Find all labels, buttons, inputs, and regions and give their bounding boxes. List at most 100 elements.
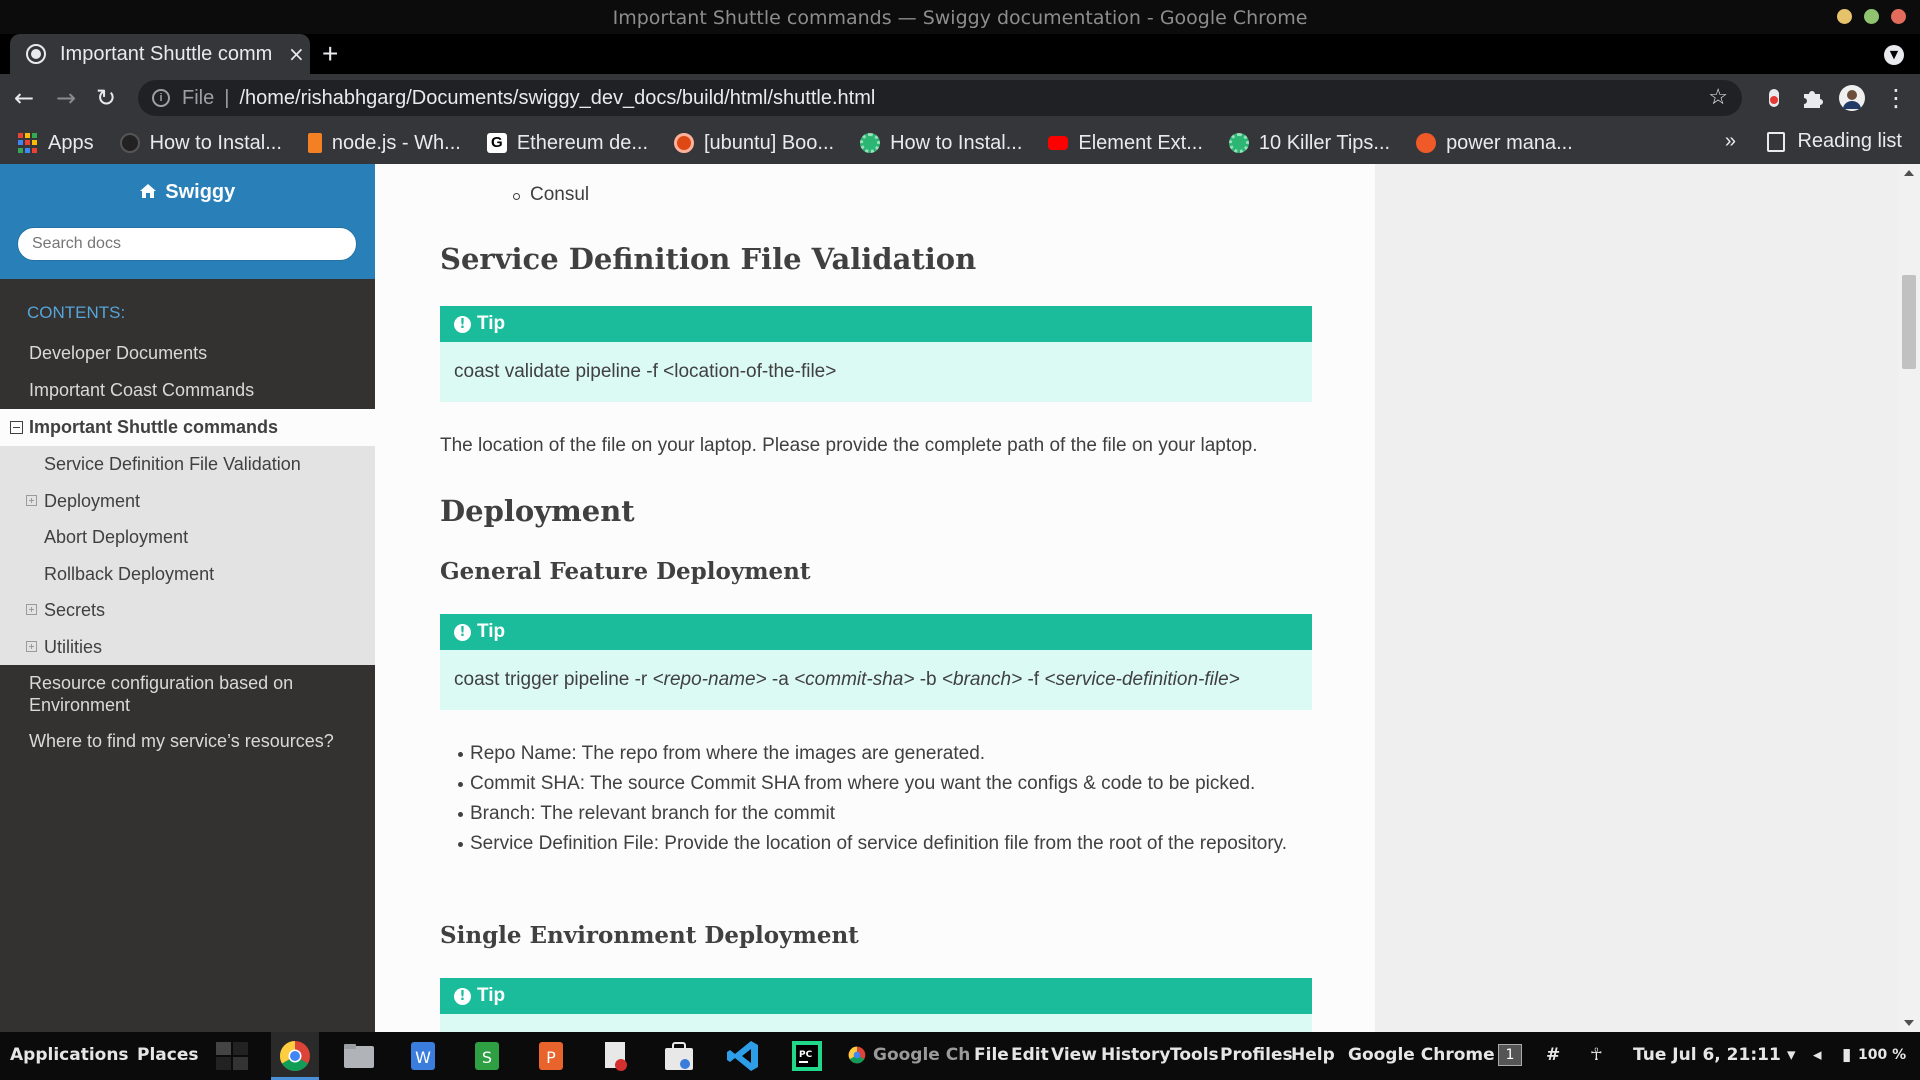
expand-toggle-icon[interactable] (26, 604, 37, 615)
maximize-button[interactable] (1864, 9, 1879, 24)
url-text[interactable]: /home/rishabhgarg/Documents/swiggy_dev_d… (239, 87, 875, 110)
heading-service-definition-validation: Service Definition File Validation (440, 242, 977, 276)
nav-subitem-label: Abort Deployment (44, 527, 189, 547)
heading-general-feature-deployment: General Feature Deployment (440, 558, 811, 585)
list-item: Repo Name: The repo from where the image… (458, 739, 1290, 769)
slack-icon[interactable]: # (1546, 1045, 1560, 1065)
bookmark-apps[interactable]: Apps (18, 132, 94, 155)
bookmark-item[interactable]: [ubuntu] Boo... (674, 132, 834, 155)
document-viewer-icon[interactable] (597, 1038, 633, 1074)
menu-help[interactable]: Help (1291, 1045, 1335, 1065)
vscode-icon[interactable] (725, 1038, 761, 1074)
workspace-switcher-icon[interactable] (214, 1038, 250, 1074)
page-scrollbar[interactable] (1898, 164, 1920, 1032)
chrome-menu-icon[interactable]: ⋮ (1884, 84, 1908, 112)
browser-tab-active[interactable]: Important Shuttle comm × (10, 34, 310, 74)
bookmarks-overflow-button[interactable]: » (1725, 130, 1736, 153)
home-icon (139, 184, 156, 198)
back-button[interactable]: ← (14, 84, 34, 112)
tab-close-icon[interactable]: × (288, 42, 305, 66)
bookmark-item[interactable]: node.js - Wh... (307, 132, 461, 155)
nav-subitem-rollback-deployment[interactable]: Rollback Deployment (0, 555, 375, 592)
nav-item-shuttle-commands-current[interactable]: Important Shuttle commands (0, 409, 375, 446)
site-info-icon[interactable]: i (152, 89, 170, 107)
scroll-up-arrow-icon[interactable] (1904, 170, 1914, 176)
wifi-icon[interactable]: ▾ (1787, 1045, 1796, 1065)
menu-edit[interactable]: Edit (1011, 1045, 1049, 1065)
menu-history[interactable]: History (1101, 1045, 1170, 1065)
bookmark-star-icon[interactable]: ☆ (1708, 84, 1728, 110)
file-manager-icon[interactable] (341, 1038, 377, 1074)
clock[interactable]: Tue Jul 6, 21:11 (1633, 1045, 1781, 1065)
places-menu[interactable]: Places (137, 1045, 198, 1065)
nav-item-resource-configuration[interactable]: Resource configuration based on Environm… (0, 665, 375, 723)
minimize-button[interactable] (1837, 9, 1852, 24)
browser-toolbar: ← → ↻ i File | /home/rishabhgarg/Documen… (0, 74, 1920, 122)
page-gutter (1375, 164, 1898, 1032)
address-bar[interactable]: i File | /home/rishabhgarg/Documents/swi… (138, 80, 1742, 116)
volume-icon[interactable]: ◂ (1813, 1045, 1822, 1065)
nav-subitem-label: Rollback Deployment (44, 563, 215, 584)
nav-subitem-abort-deployment[interactable]: Abort Deployment (0, 519, 375, 556)
applications-menu[interactable]: Applications (10, 1045, 129, 1065)
collapse-toggle-icon[interactable] (10, 421, 23, 434)
nav-item-coast-commands[interactable]: Important Coast Commands (0, 372, 375, 409)
list-item: Service Definition File: Provide the loc… (458, 829, 1290, 859)
window-titlebar: Important Shuttle commands — Swiggy docu… (0, 0, 1920, 34)
menu-view[interactable]: View (1051, 1045, 1097, 1065)
nav-subitem-secrets[interactable]: Secrets (0, 592, 375, 629)
bookmark-item[interactable]: Element Ext... (1048, 132, 1203, 155)
bookmark-item[interactable]: How to Instal... (860, 132, 1022, 155)
cmd-arg: <branch> (941, 669, 1023, 690)
list-item: Branch: The relevant branch for the comm… (458, 799, 1290, 829)
nav-subitem-utilities[interactable]: Utilities (0, 628, 375, 665)
extensions-puzzle-icon[interactable] (1798, 84, 1826, 112)
bookmark-label: power mana... (1446, 131, 1573, 154)
workspace-indicator[interactable]: 1 (1498, 1044, 1522, 1066)
spreadsheet-icon[interactable]: S (469, 1038, 505, 1074)
scrollbar-thumb[interactable] (1902, 275, 1916, 369)
stackoverflow-icon (307, 133, 322, 153)
new-tab-button[interactable]: + (322, 38, 338, 70)
forward-button[interactable]: → (56, 84, 76, 112)
taskbar-chrome-window[interactable]: Google Ch (847, 1045, 970, 1065)
bookmark-item[interactable]: power mana... (1416, 132, 1573, 155)
nav-subitem-validation[interactable]: Service Definition File Validation (0, 446, 375, 483)
ubuntu-icon (674, 133, 694, 153)
bookmark-item[interactable]: How to Instal... (119, 131, 282, 155)
extension-record-icon[interactable] (1760, 84, 1788, 112)
expand-toggle-icon[interactable] (26, 640, 37, 652)
expand-toggle-icon[interactable] (26, 494, 37, 506)
bookmark-item[interactable]: 10 Killer Tips... (1228, 131, 1391, 155)
brand-link[interactable]: Swiggy (0, 181, 375, 204)
bookmark-label: Apps (48, 131, 94, 154)
pycharm-icon[interactable]: PC (789, 1038, 825, 1074)
accessibility-icon[interactable]: ☥ (1590, 1045, 1603, 1065)
bookmark-label: How to Instal... (149, 131, 282, 154)
nav-item-service-resources[interactable]: Where to find my service’s resources? (0, 723, 375, 760)
close-window-button[interactable] (1891, 9, 1906, 24)
svg-text:W: W (415, 1048, 431, 1067)
menu-file[interactable]: File (974, 1045, 1009, 1065)
tab-search-icon[interactable]: ▼ (1884, 45, 1904, 65)
gear-site-icon (860, 133, 881, 153)
tip-title: ! Tip (440, 614, 1312, 650)
chrome-icon[interactable] (277, 1038, 313, 1074)
bookmark-item[interactable]: G Ethereum de... (486, 132, 648, 155)
nav-subitem-deployment[interactable]: Deployment (0, 482, 375, 519)
bookmark-label: 10 Killer Tips... (1258, 131, 1391, 154)
reading-list-button[interactable]: Reading list (1767, 130, 1902, 153)
menu-profiles[interactable]: Profiles (1220, 1045, 1293, 1065)
scroll-down-arrow-icon[interactable] (1904, 1020, 1914, 1026)
paragraph-location-note: The location of the file on your laptop.… (440, 435, 1258, 456)
profile-avatar[interactable] (1838, 84, 1866, 112)
nav-item-developer-documents[interactable]: Developer Documents (0, 335, 375, 372)
presentation-icon[interactable]: P (533, 1038, 569, 1074)
reload-button[interactable]: ↻ (96, 84, 116, 112)
software-store-icon[interactable] (661, 1038, 697, 1074)
menu-tools[interactable]: Tools (1170, 1045, 1219, 1065)
search-docs-input[interactable] (17, 227, 357, 261)
youtube-icon (1048, 136, 1069, 150)
window-title: Important Shuttle commands — Swiggy docu… (612, 7, 1308, 29)
writer-icon[interactable]: W (405, 1038, 441, 1074)
